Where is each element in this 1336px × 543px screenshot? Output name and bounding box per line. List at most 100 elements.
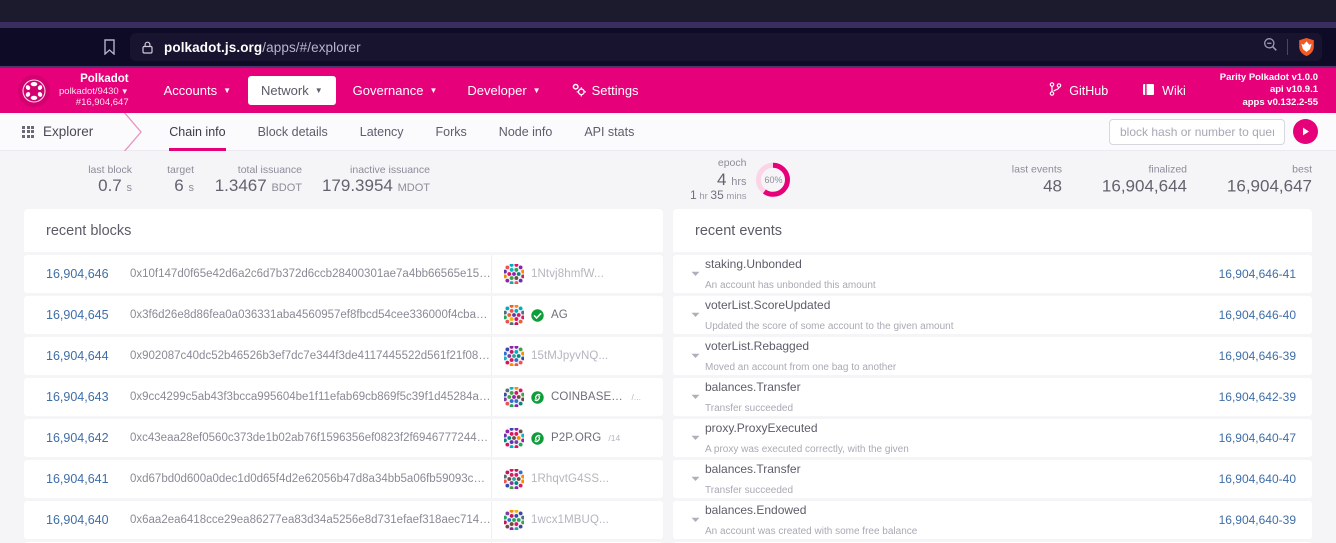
block-author[interactable]: 1RhqvtG4SS... [491, 460, 641, 498]
main-nav: Accounts ▼ Network ▼ Governance ▼ Develo… [151, 75, 652, 107]
event-description: Moved an account from one bag to another [705, 362, 897, 373]
recent-blocks-panel: recent blocks 16,904,646 0x10f147d0f65e42… [24, 209, 663, 543]
expand-chevron-icon[interactable] [687, 271, 703, 277]
table-row[interactable]: 16,904,643 0x9cc4299c5ab43f3bcca995604be1… [24, 378, 663, 416]
block-author[interactable]: 1Ntvj8hmfW... [491, 255, 641, 293]
tab-label: API stats [584, 124, 635, 139]
section-breadcrumb-explorer[interactable]: Explorer [0, 124, 121, 139]
list-item[interactable]: voterList.Rebagged Moved an account from … [673, 337, 1312, 375]
stat-total-issuance: total issuance 1.3467 BDOT [194, 163, 302, 196]
main-content: recent blocks 16,904,646 0x10f147d0f65e42… [0, 209, 1336, 543]
list-item[interactable]: balances.Transfer Transfer succeeded 16,90… [673, 460, 1312, 498]
event-block-link[interactable]: 16,904,646-41 [1209, 267, 1296, 281]
tab-forks[interactable]: Forks [420, 113, 483, 151]
tab-block-details[interactable]: Block details [242, 113, 344, 151]
block-number-link[interactable]: 16,904,642 [46, 431, 122, 445]
block-hash: 0xd67bd0d600a0dec1d0d65f4d2e62056b47d8a3… [130, 473, 491, 485]
block-number-link[interactable]: 16,904,641 [46, 472, 122, 486]
address-bar-url: polkadot.js.org/apps/#/explorer [164, 40, 361, 55]
epoch-value: 4 [717, 169, 727, 189]
tab-latency[interactable]: Latency [344, 113, 420, 151]
table-row[interactable]: 16,904,642 0xc43eaa28ef0560c373de1b02ab76… [24, 419, 663, 457]
nav-item-governance[interactable]: Governance ▼ [340, 76, 451, 105]
expand-chevron-icon[interactable] [687, 435, 703, 441]
stat-label: finalized [1148, 163, 1187, 176]
stat-value: 0.7 [98, 176, 122, 196]
event-block-link[interactable]: 16,904,640-40 [1209, 472, 1296, 486]
block-hash: 0x10f147d0f65e42d6a2c6d7b372d6ccb2840030… [130, 268, 491, 280]
list-item[interactable]: voterList.ScoreUpdated Updated the score … [673, 296, 1312, 334]
list-item[interactable]: balances.Transfer Transfer succeeded 16,90… [673, 378, 1312, 416]
apps-version: apps v0.132.2-55 [1242, 96, 1318, 108]
block-author[interactable]: COINBASE CLOUD /... [491, 378, 641, 416]
github-link[interactable]: GitHub [1049, 82, 1108, 99]
nav-item-settings[interactable]: Settings [558, 75, 652, 107]
tab-chain-info[interactable]: Chain info [153, 113, 241, 151]
list-item[interactable]: staking.Unbonded An account has unbonded … [673, 255, 1312, 293]
event-description: Updated the score of some account to the… [705, 321, 954, 332]
nav-label: Network [261, 83, 309, 98]
event-description: A proxy was executed correctly, with the… [705, 444, 909, 455]
event-block-link[interactable]: 16,904,646-39 [1209, 349, 1296, 363]
event-name: balances.Transfer [705, 380, 801, 395]
expand-chevron-icon[interactable] [687, 353, 703, 359]
block-author[interactable]: 1wcx1MBUQ... [491, 501, 641, 539]
table-row[interactable]: 16,904,641 0xd67bd0d600a0dec1d0d65f4d2e62… [24, 460, 663, 498]
author-name: 1RhqvtG4SS... [531, 473, 610, 485]
table-row[interactable]: 16,904,646 0x10f147d0f65e42d6a2c6d7b372d6… [24, 255, 663, 293]
stat-last-events: last events 48 [962, 164, 1062, 196]
bookmark-icon[interactable] [98, 36, 120, 58]
block-number-link[interactable]: 16,904,644 [46, 349, 122, 363]
identicon [503, 427, 525, 449]
table-row[interactable]: 16,904,644 0x902087c40dc52b46526b3ef7dc7e… [24, 337, 663, 375]
list-item[interactable]: balances.Endowed An account was created w… [673, 501, 1312, 539]
event-block-link[interactable]: 16,904,640-39 [1209, 513, 1296, 527]
tab-api-stats[interactable]: API stats [568, 113, 650, 151]
block-hash: 0x902087c40dc52b46526b3ef7dc7e344f3de411… [130, 350, 491, 362]
expand-chevron-icon[interactable] [687, 312, 703, 318]
block-author[interactable]: AG [491, 296, 641, 334]
event-body: balances.Transfer Transfer succeeded [703, 377, 1209, 416]
event-name: voterList.Rebagged [705, 339, 810, 354]
nav-item-developer[interactable]: Developer ▼ [454, 76, 553, 105]
block-author[interactable]: P2P.ORG/14 [491, 419, 641, 457]
search-input[interactable] [1109, 118, 1285, 145]
identicon [503, 304, 525, 326]
table-row[interactable]: 16,904,645 0x3f6d26e8d86fea0a036331aba456… [24, 296, 663, 334]
verified-check-icon [531, 308, 544, 322]
stat-label: last block [88, 163, 132, 176]
event-block-link[interactable]: 16,904,640-47 [1209, 431, 1296, 445]
stat-label: best [1292, 163, 1312, 176]
recent-blocks-list: 16,904,646 0x10f147d0f65e42d6a2c6d7b372d6… [24, 255, 663, 543]
breadcrumb-chevron-icon [121, 112, 147, 151]
nav-item-accounts[interactable]: Accounts ▼ [151, 76, 244, 105]
sub-navigation: Explorer Chain info Block details Latenc… [0, 112, 1336, 151]
expand-chevron-icon[interactable] [687, 476, 703, 482]
chain-info: Polkadot polkadot/9430 ▼ #16,904,647 [59, 73, 129, 109]
block-number-link[interactable]: 16,904,643 [46, 390, 122, 404]
chain-selector[interactable]: Polkadot polkadot/9430 ▼ #16,904,647 [18, 73, 129, 109]
sub-nav-tabs: Chain info Block details Latency Forks N… [153, 113, 650, 151]
zoom-out-icon[interactable] [1263, 37, 1278, 57]
wiki-link[interactable]: Wiki [1142, 83, 1186, 99]
block-number-link[interactable]: 16,904,646 [46, 267, 122, 281]
submit-query-button[interactable] [1293, 119, 1318, 144]
brave-shield-icon[interactable] [1297, 37, 1316, 57]
table-row[interactable]: 16,904,640 0x6aa2ea6418cce29ea86277ea83d3… [24, 501, 663, 539]
expand-chevron-icon[interactable] [687, 394, 703, 400]
stat-label: total issuance [237, 163, 302, 176]
stat-value: 1.3467 [214, 176, 267, 196]
list-item[interactable]: proxy.ProxyExecuted A proxy was executed … [673, 419, 1312, 457]
block-author[interactable]: 15tMJpyvNQ... [491, 337, 641, 375]
tab-node-info[interactable]: Node info [483, 113, 569, 151]
event-block-link[interactable]: 16,904,646-40 [1209, 308, 1296, 322]
recent-events-list: staking.Unbonded An account has unbonded … [673, 255, 1312, 543]
block-number-link[interactable]: 16,904,640 [46, 513, 122, 527]
event-body: staking.Unbonded An account has unbonded … [703, 254, 1209, 293]
block-number-link[interactable]: 16,904,645 [46, 308, 122, 322]
event-block-link[interactable]: 16,904,642-39 [1209, 390, 1296, 404]
address-bar[interactable]: polkadot.js.org/apps/#/explorer [130, 33, 1322, 61]
nav-item-network[interactable]: Network ▼ [248, 76, 336, 105]
event-name: voterList.ScoreUpdated [705, 298, 831, 313]
expand-chevron-icon[interactable] [687, 517, 703, 523]
